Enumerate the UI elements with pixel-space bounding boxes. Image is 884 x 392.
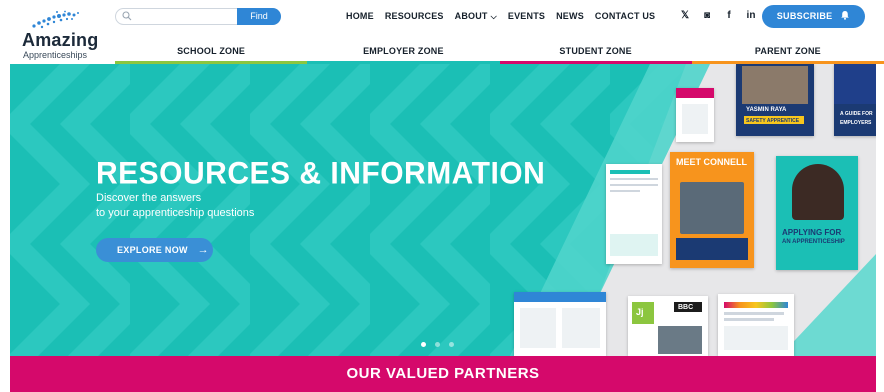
bell-icon <box>841 11 850 20</box>
carousel-dot-3[interactable] <box>449 342 454 347</box>
arrow-right-icon: → <box>197 244 209 256</box>
logo-stars-icon <box>32 10 79 29</box>
nav-news[interactable]: NEWS <box>556 11 584 22</box>
x-twitter-icon[interactable]: 𝕏 <box>680 10 690 21</box>
card-connell-title: MEET CONNELL <box>676 157 747 167</box>
card-guide: A GUIDE FOR EMPLOYERS <box>840 111 873 126</box>
nav-contact-us[interactable]: CONTACT US <box>595 11 655 22</box>
search-input[interactable] <box>136 10 246 23</box>
brochure-yasmin: YASMIN RAYA SAFETY APPRENTICE <box>736 64 814 136</box>
nav-events[interactable]: EVENTS <box>508 11 545 22</box>
brochure-teal-page <box>606 164 662 264</box>
subscribe-label: SUBSCRIBE <box>776 11 833 21</box>
card-applying-2: AN APPRENTICESHIP <box>782 239 845 245</box>
hero-subtitle-line1: Discover the answers <box>96 192 202 204</box>
zone-student[interactable]: STUDENT ZONE <box>499 43 693 64</box>
zone-parent[interactable]: PARENT ZONE <box>691 43 884 64</box>
hero-subtitle-line2: to your apprenticeship questions <box>96 207 255 219</box>
subscribe-button[interactable]: SUBSCRIBE <box>762 5 865 28</box>
social-links: 𝕏 ◙ f in <box>680 10 756 21</box>
find-button[interactable]: Find <box>237 8 281 25</box>
card-jj: Jj <box>636 307 644 317</box>
zone-school[interactable]: SCHOOL ZONE <box>115 43 308 64</box>
zone-nav: SCHOOL ZONE EMPLOYER ZONE STUDENT ZONE P… <box>115 43 884 64</box>
carousel-dots <box>421 342 454 347</box>
chevron-down-icon: ⌵ <box>490 12 497 21</box>
brochure-applying: APPLYING FOR AN APPRENTICESHIP <box>776 156 858 270</box>
zone-employer[interactable]: EMPLOYER ZONE <box>307 43 500 64</box>
brochure-connell: MEET CONNELL <box>670 152 754 268</box>
card-applying-1: APPLYING FOR <box>782 228 842 237</box>
partners-banner: OUR VALUED PARTNERS <box>10 356 876 392</box>
brochure-guide: A GUIDE FOR EMPLOYERS <box>834 64 876 136</box>
nav-resources[interactable]: RESOURCES <box>385 11 444 22</box>
brochure-rainbow <box>718 294 794 356</box>
explore-now-label: EXPLORE NOW <box>117 245 188 255</box>
brochure-pink-small <box>676 88 714 142</box>
nav-home[interactable]: HOME <box>346 11 374 22</box>
brochure-bbc: Jj BBC <box>628 296 708 356</box>
instagram-icon[interactable]: ◙ <box>702 10 712 21</box>
explore-now-button[interactable]: EXPLORE NOW → <box>96 238 213 262</box>
site-header: Amazing Apprenticeships Find HOME RESOUR… <box>0 0 884 64</box>
search-bar: Find <box>115 8 281 25</box>
search-icon <box>122 11 132 21</box>
carousel-dot-1[interactable] <box>421 342 426 347</box>
hero-title: RESOURCES & INFORMATION <box>96 156 546 191</box>
brochure-bottom-left <box>514 292 606 356</box>
nav-about-label: ABOUT <box>454 11 488 21</box>
card-bbc: BBC <box>678 304 694 311</box>
logo-wordmark: Amazing <box>22 30 99 50</box>
main-nav: HOME RESOURCES ABOUT ⌵ EVENTS NEWS CONTAC… <box>346 11 655 22</box>
card-yasmin-name: YASMIN RAYA <box>746 107 787 113</box>
linkedin-icon[interactable]: in <box>746 10 756 21</box>
card-safety: SAFETY APPRENTICE <box>746 118 800 124</box>
logo-subtitle: Apprenticeships <box>23 50 88 60</box>
amazing-apprenticeships-logo[interactable]: Amazing Apprenticeships <box>12 6 112 60</box>
hero-carousel: YASMIN RAYA SAFETY APPRENTICE A GUIDE FO… <box>10 64 876 356</box>
facebook-icon[interactable]: f <box>724 10 734 21</box>
carousel-dot-2[interactable] <box>435 342 440 347</box>
nav-about[interactable]: ABOUT ⌵ <box>455 11 497 22</box>
